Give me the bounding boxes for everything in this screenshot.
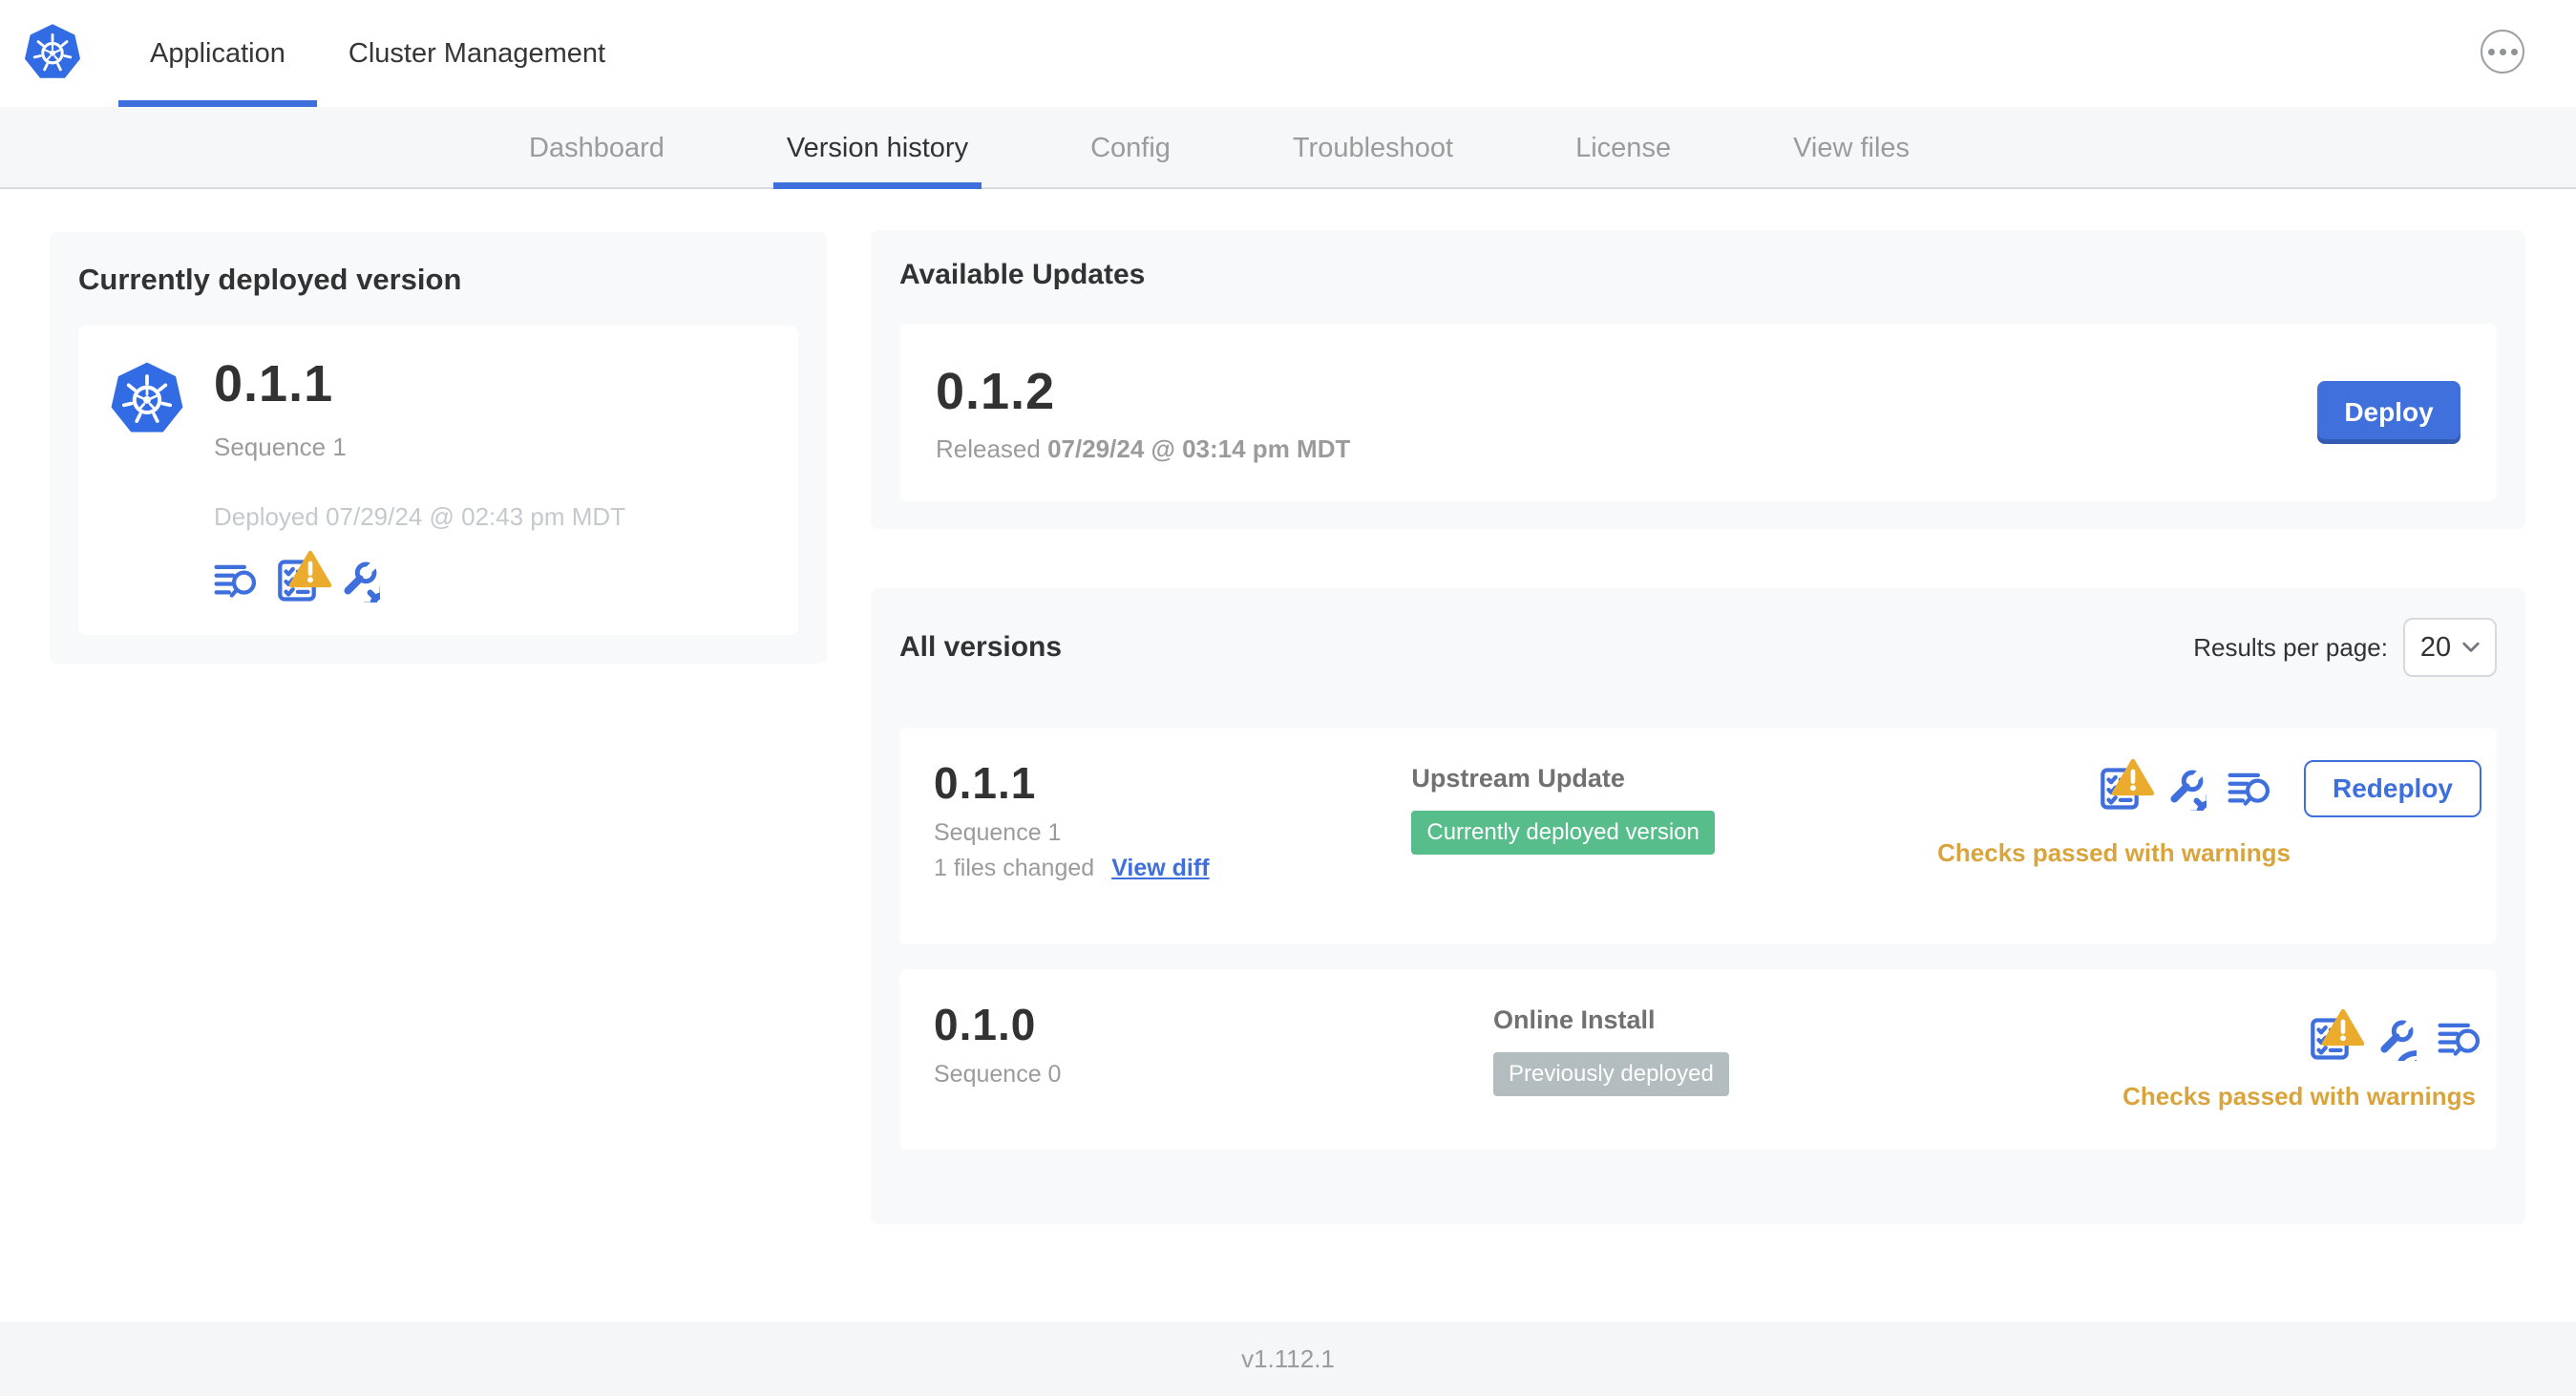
tab-view-files[interactable]: View files: [1780, 107, 1923, 189]
tab-version-history[interactable]: Version history: [773, 107, 982, 189]
preflight-status-text: Checks passed with warnings: [2122, 1082, 2476, 1110]
view-logs-icon[interactable]: [2438, 1017, 2481, 1061]
version-number: 0.1.1: [934, 758, 1037, 808]
status-badge: Previously deployed: [1493, 1052, 1729, 1096]
update-released-timestamp: Released 07/29/24 @ 03:14 pm MDT: [936, 434, 1350, 464]
redeploy-button[interactable]: Redeploy: [2303, 760, 2481, 817]
view-diff-link[interactable]: View diff: [1111, 855, 1209, 882]
view-logs-icon[interactable]: [214, 559, 258, 603]
preflight-checks-icon[interactable]: [2308, 1017, 2352, 1061]
ellipsis-dot: [2487, 48, 2495, 55]
version-number: 0.1.0: [934, 1000, 1037, 1049]
deploy-button[interactable]: Deploy: [2317, 381, 2460, 444]
version-source-label: Upstream Update: [1411, 764, 1625, 793]
deployed-version-panel: 0.1.1 Sequence 1 Deployed 07/29/24 @ 02:…: [78, 326, 798, 635]
update-info: 0.1.2 Released 07/29/24 @ 03:14 pm MDT: [936, 362, 1350, 464]
update-version-number: 0.1.2: [936, 362, 1056, 420]
version-row-actions: Checks passed with warnings: [2109, 1002, 2481, 1150]
tab-dashboard[interactable]: Dashboard: [516, 107, 678, 189]
tab-license[interactable]: License: [1562, 107, 1684, 189]
released-date: 07/29/24 @ 03:14 pm MDT: [1047, 434, 1351, 463]
chevron-down-icon: [2462, 642, 2480, 653]
kubernetes-logo: [109, 358, 185, 440]
warning-triangle-icon: [288, 547, 332, 591]
warning-triangle-icon: [2321, 1005, 2365, 1049]
preflight-checks-icon[interactable]: [2098, 767, 2142, 811]
results-per-page: Results per page: 20: [2193, 618, 2497, 677]
version-row-info: 0.1.0 Sequence 0: [934, 1002, 1493, 1150]
view-logs-icon[interactable]: [2228, 767, 2271, 811]
available-updates-title: Available Updates: [899, 259, 1146, 290]
view-config-icon[interactable]: [2373, 1017, 2417, 1061]
released-prefix: Released: [936, 434, 1048, 463]
edit-config-icon[interactable]: [2163, 767, 2206, 811]
version-sequence: Sequence 1: [934, 819, 1062, 847]
app-sub-navbar: Dashboard Version history Config Trouble…: [0, 107, 2576, 189]
all-versions-title: All versions: [899, 631, 1063, 663]
results-per-page-select[interactable]: 20: [2403, 618, 2497, 677]
deployed-version-number: 0.1.1: [214, 355, 334, 412]
version-row: 0.1.1 Sequence 1 1 files changed View di…: [899, 728, 2497, 944]
deployed-sequence: Sequence 1: [214, 433, 347, 461]
deployed-version-info: 0.1.1 Sequence 1 Deployed 07/29/24 @ 02:…: [214, 345, 625, 616]
warning-triangle-icon: [2111, 755, 2155, 799]
kubernetes-logo: [23, 20, 82, 85]
version-row-source: Online Install Previously deployed: [1493, 1002, 2109, 1150]
deployed-actions: [214, 559, 625, 603]
all-versions-header: All versions Results per page: 20: [899, 617, 2497, 678]
top-navbar: Application Cluster Management: [0, 0, 2576, 107]
files-changed-label: 1 files changed: [934, 855, 1095, 882]
footer: v1.112.1: [0, 1322, 2576, 1396]
deployed-card-title: Currently deployed version: [78, 263, 462, 296]
top-nav-tabs: Application Cluster Management: [118, 0, 637, 107]
all-versions-card: All versions Results per page: 20 0.1.1 …: [871, 588, 2525, 1224]
deployed-timestamp: Deployed 07/29/24 @ 02:43 pm MDT: [214, 502, 626, 531]
console-version: v1.112.1: [1241, 1343, 1335, 1373]
tab-application[interactable]: Application: [118, 0, 317, 107]
results-per-page-value: 20: [2419, 631, 2452, 663]
version-row: 0.1.0 Sequence 0 Online Install Previous…: [899, 969, 2497, 1150]
ellipsis-dot: [2499, 48, 2506, 55]
version-row-info: 0.1.1 Sequence 1 1 files changed View di…: [934, 760, 1411, 944]
edit-config-icon[interactable]: [336, 559, 380, 603]
ellipsis-dot: [2510, 48, 2518, 55]
version-row-actions: Redeploy Checks passed with warnings: [1937, 760, 2481, 944]
preflight-checks-icon[interactable]: [275, 559, 319, 603]
results-per-page-label: Results per page:: [2193, 632, 2388, 662]
sub-nav-tabs: Dashboard Version history Config Trouble…: [516, 107, 2018, 189]
available-updates-card: Available Updates 0.1.2 Released 07/29/2…: [871, 230, 2525, 529]
tab-cluster-management[interactable]: Cluster Management: [317, 0, 637, 107]
version-sequence: Sequence 0: [934, 1061, 1062, 1089]
files-changed-row: 1 files changed View diff: [934, 855, 1411, 882]
tab-troubleshoot[interactable]: Troubleshoot: [1279, 107, 1467, 189]
status-badge: Currently deployed version: [1411, 811, 1715, 855]
ellipsis-menu-icon[interactable]: [2481, 30, 2524, 74]
version-row-source: Upstream Update Currently deployed versi…: [1411, 760, 1937, 944]
version-source-label: Online Install: [1493, 1005, 1656, 1034]
version-history-page: Application Cluster Management Dashboard…: [0, 0, 2576, 1396]
preflight-status-text: Checks passed with warnings: [1937, 838, 2291, 867]
currently-deployed-card: Currently deployed version 0.1.1 Sequenc…: [50, 232, 827, 664]
tab-config[interactable]: Config: [1077, 107, 1184, 189]
available-update-row: 0.1.2 Released 07/29/24 @ 03:14 pm MDT D…: [899, 324, 2497, 501]
